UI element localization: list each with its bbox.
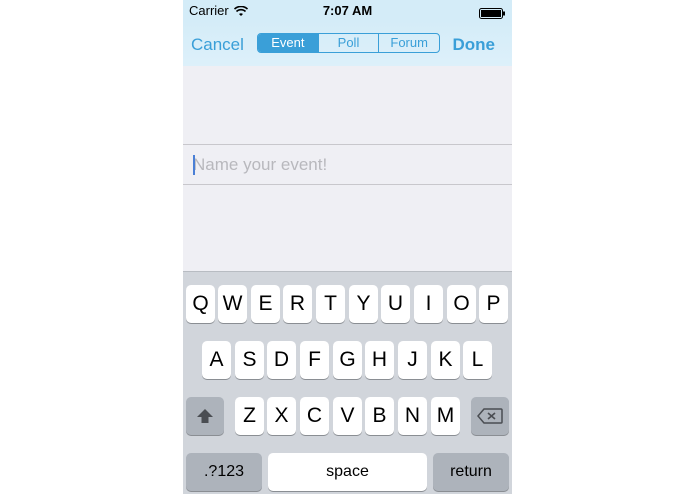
return-key[interactable]: return xyxy=(433,453,509,491)
key-g[interactable]: G xyxy=(333,341,362,379)
key-r[interactable]: R xyxy=(283,285,312,323)
key-s[interactable]: S xyxy=(235,341,264,379)
key-f[interactable]: F xyxy=(300,341,329,379)
key-z[interactable]: Z xyxy=(235,397,264,435)
key-t[interactable]: T xyxy=(316,285,345,323)
key-l[interactable]: L xyxy=(463,341,492,379)
key-i[interactable]: I xyxy=(414,285,443,323)
key-d[interactable]: D xyxy=(267,341,296,379)
segment-event[interactable]: Event xyxy=(258,34,318,52)
done-button[interactable]: Done xyxy=(453,35,496,55)
status-time: 7:07 AM xyxy=(322,3,373,18)
key-u[interactable]: U xyxy=(381,285,410,323)
phone-screen: Carrier 7:07 AM Cancel Event Poll Forum … xyxy=(183,0,512,494)
segment-forum[interactable]: Forum xyxy=(378,34,439,52)
event-name-row xyxy=(183,144,512,185)
space-key[interactable]: space xyxy=(268,453,427,491)
key-x[interactable]: X xyxy=(267,397,296,435)
event-name-input[interactable] xyxy=(193,145,503,184)
shift-key[interactable] xyxy=(186,397,224,435)
delete-key[interactable] xyxy=(471,397,509,435)
status-bar: Carrier 7:07 AM xyxy=(183,0,512,20)
delete-icon xyxy=(477,408,503,425)
key-p[interactable]: P xyxy=(479,285,508,323)
key-a[interactable]: A xyxy=(202,341,231,379)
type-segmented-control: Event Poll Forum xyxy=(257,33,440,53)
key-q[interactable]: Q xyxy=(186,285,215,323)
keyboard: Q W E R T Y U I O P A S D F G H J K L Z … xyxy=(183,271,512,494)
key-b[interactable]: B xyxy=(365,397,394,435)
key-k[interactable]: K xyxy=(431,341,460,379)
cancel-button[interactable]: Cancel xyxy=(191,35,244,55)
key-j[interactable]: J xyxy=(398,341,427,379)
key-v[interactable]: V xyxy=(333,397,362,435)
key-n[interactable]: N xyxy=(398,397,427,435)
text-cursor xyxy=(193,155,195,175)
numbers-key[interactable]: .?123 xyxy=(186,453,262,491)
key-m[interactable]: M xyxy=(431,397,460,435)
key-h[interactable]: H xyxy=(365,341,394,379)
key-y[interactable]: Y xyxy=(349,285,378,323)
key-c[interactable]: C xyxy=(300,397,329,435)
key-o[interactable]: O xyxy=(447,285,476,323)
key-e[interactable]: E xyxy=(251,285,280,323)
key-w[interactable]: W xyxy=(218,285,247,323)
navigation-bar: Cancel Event Poll Forum Done xyxy=(183,20,512,66)
segment-poll[interactable]: Poll xyxy=(317,34,379,52)
shift-icon xyxy=(197,409,213,424)
